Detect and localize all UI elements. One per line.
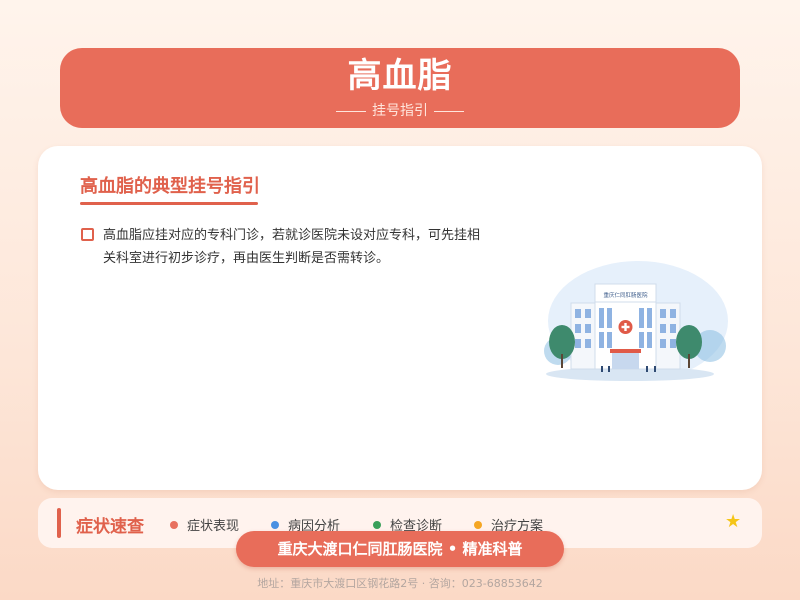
subtitle-text: 挂号指引 — [372, 103, 428, 119]
subtitle-left-line — [336, 110, 366, 112]
checkbox-bullet-icon — [81, 228, 94, 241]
tag-label: 症状表现 — [187, 519, 240, 534]
star-icon: ★ — [725, 511, 742, 532]
page-subtitle: 挂号指引 — [60, 100, 740, 120]
section-title-underline — [80, 202, 258, 205]
svg-text:重庆仁同肛肠医院: 重庆仁同肛肠医院 — [603, 291, 648, 299]
bar-accent — [57, 508, 61, 538]
content-card: 高血脂的典型挂号指引 高血脂应挂对应的专科门诊，若就诊医院未设对应专科，可先挂相… — [38, 146, 762, 490]
section-title: 高血脂的典型挂号指引 — [80, 176, 260, 197]
hospital-badge: 重庆大渡口仁同肛肠医院 • 精准科普 — [236, 531, 564, 567]
subtitle-right-line — [434, 110, 464, 112]
page-title: 高血脂 — [347, 56, 453, 96]
symptom-bar-title: 症状速查 — [76, 517, 144, 537]
tag-symptoms[interactable]: 症状表现 — [170, 515, 239, 534]
dot-icon — [170, 521, 178, 529]
dot-icon — [271, 521, 279, 529]
dot-icon — [373, 521, 381, 529]
header-banner: 高血脂 挂号指引 — [60, 48, 740, 128]
hospital-building-icon: 重庆仁同肛肠医院 — [544, 261, 728, 381]
footer-address: 地址：重庆市大渡口区钢花路2号 · 咨询：023-68853642 — [257, 577, 543, 590]
dot-icon — [474, 521, 482, 529]
guide-paragraph: 高血脂应挂对应的专科门诊，若就诊医院未设对应专科，可先挂相关科室进行初步诊疗，再… — [103, 228, 481, 266]
